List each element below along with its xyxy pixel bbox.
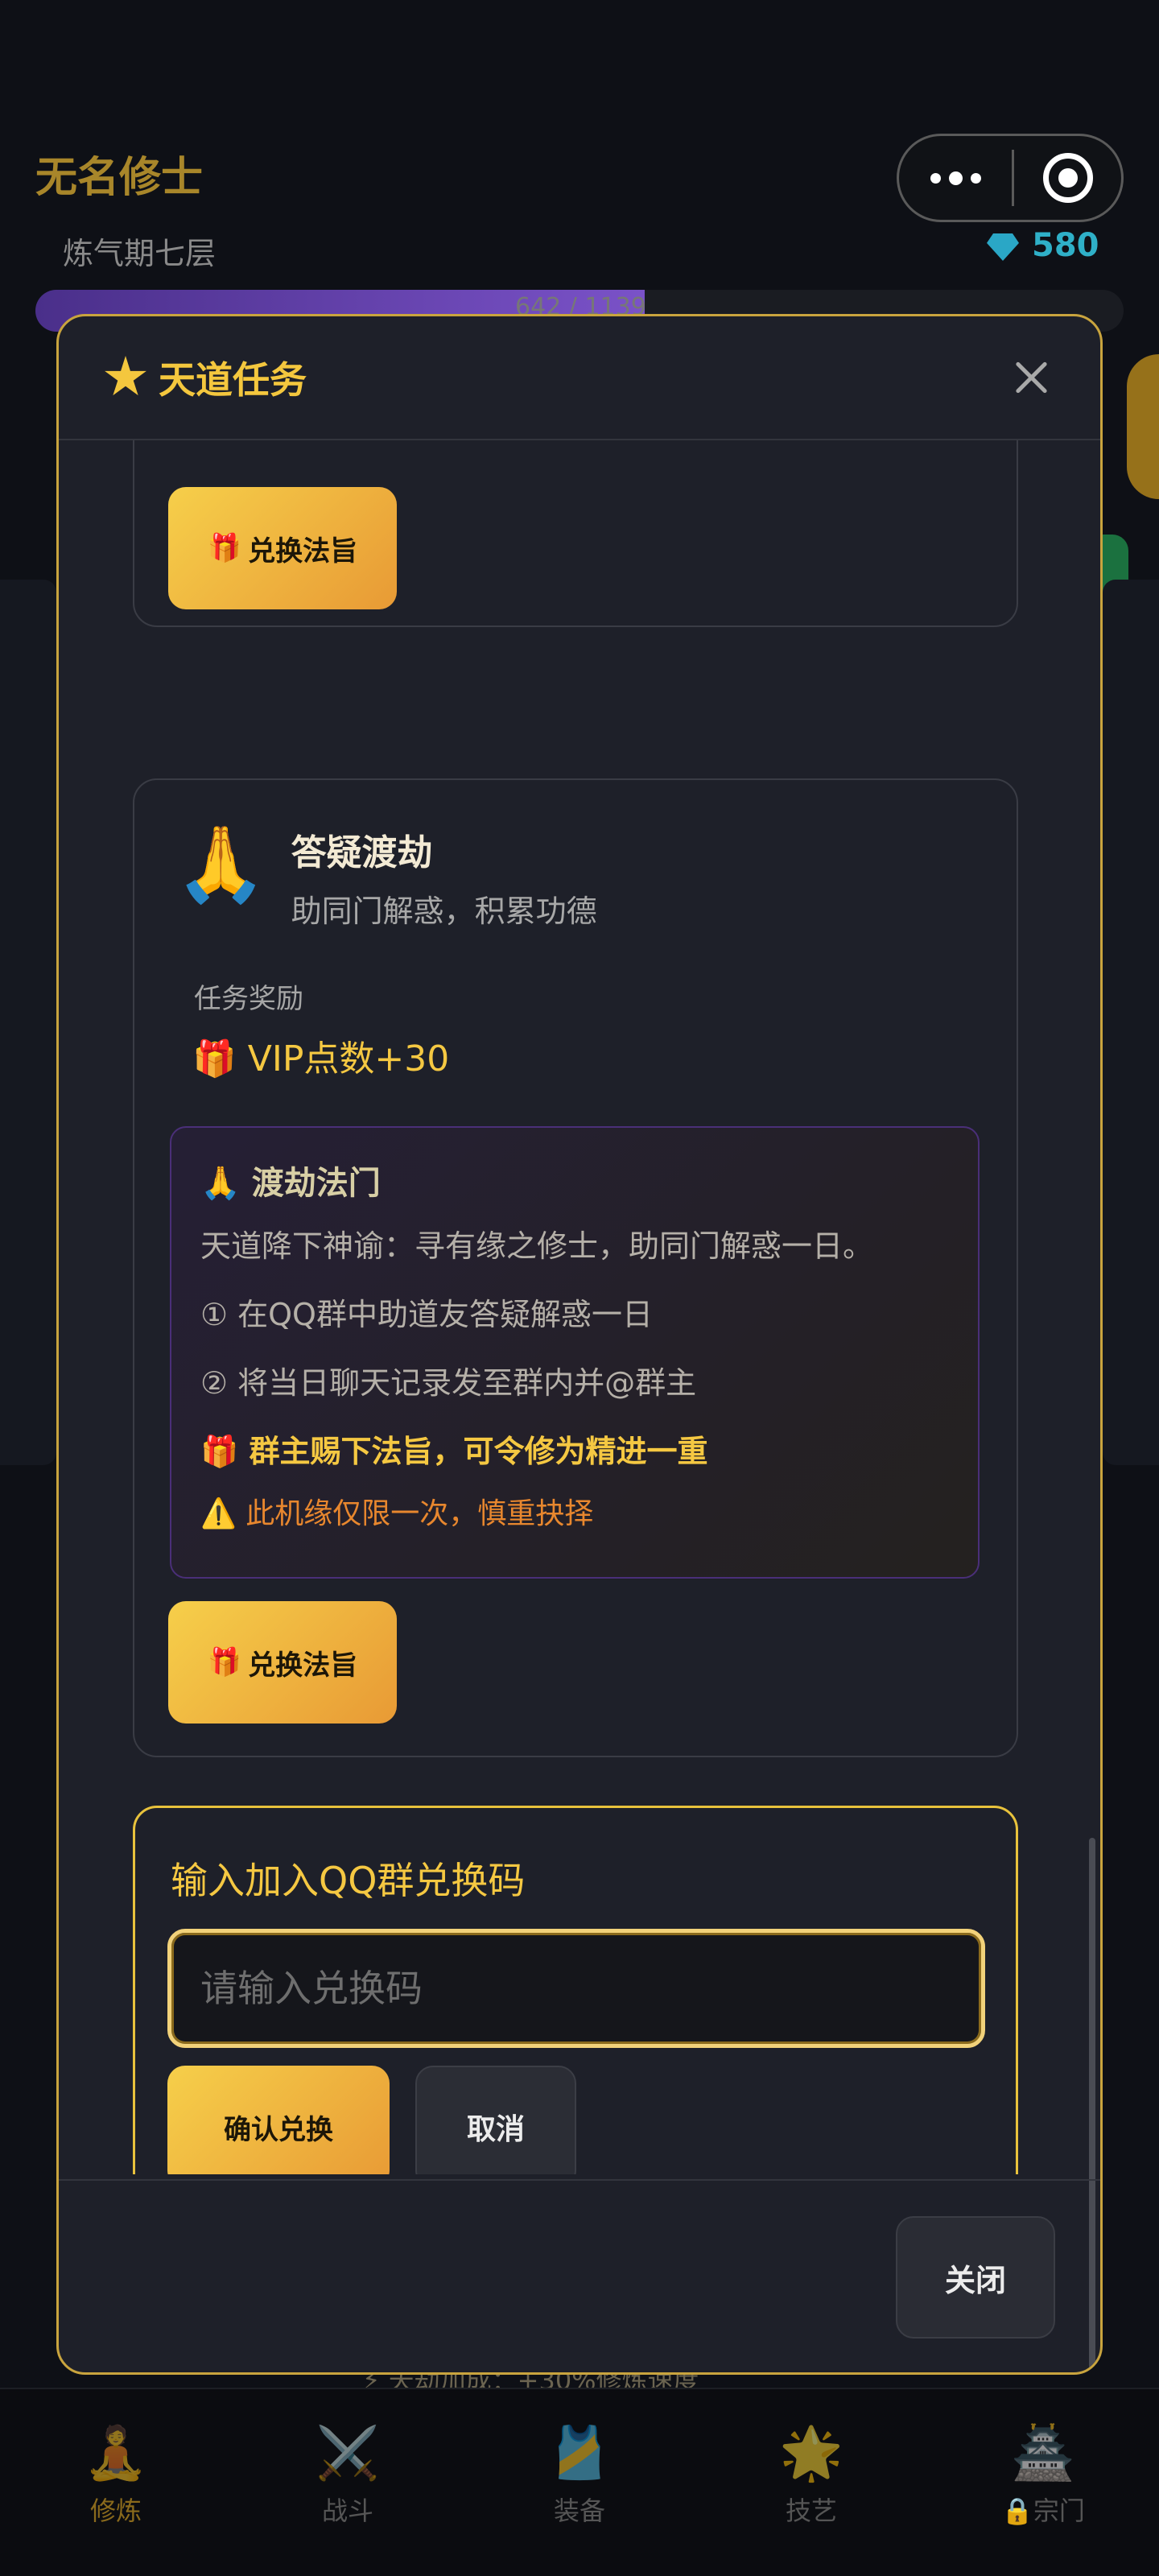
task-card: 🙏 答疑渡劫 助同门解惑，积累功德 任务奖励 🎁 VIP点数+30 🙏 渡劫法门… [133,778,1018,1757]
reward-label: 任务奖励 [194,983,303,1015]
method-warning: ⚠️ 此机缘仅限一次，慎重抉择 [200,1497,594,1530]
gem-counter: 580 [987,227,1099,264]
bg-card-left [0,580,56,1465]
method-line: 天道降下神谕：寻有缘之修士，助同门解惑一日。 [200,1228,874,1264]
close-button[interactable]: 关闭 [896,2216,1055,2339]
praying-hands-icon: 🙏 [175,821,267,907]
reward-value: 🎁 VIP点数+30 [192,1038,450,1080]
tab-label: 战斗 [321,2496,373,2526]
more-menu-button[interactable] [899,171,1012,185]
gem-count: 580 [1032,227,1099,264]
tab-label: 🔒宗门 [1001,2496,1085,2526]
tab-cultivate[interactable]: 🧘 修炼 [0,2389,232,2576]
method-box: 🙏 渡劫法门 天道降下神谕：寻有缘之修士，助同门解惑一日。 ① 在QQ群中助道友… [170,1126,980,1579]
target-icon [1042,153,1093,203]
exit-miniprogram-button[interactable] [1014,153,1121,203]
player-name: 无名修士 [35,154,204,202]
task-name: 答疑渡劫 [291,832,433,873]
task-desc: 助同门解惑，积累功德 [291,894,597,929]
gem-icon [987,233,1019,261]
star-icon: 🌟 [779,2424,843,2483]
bg-card-right [1103,580,1159,1465]
task-header: 🙏 答疑渡劫 助同门解惑，积累功德 [175,820,597,931]
tab-battle[interactable]: ⚔️ 战斗 [232,2389,464,2576]
tab-label: 修炼 [89,2496,142,2526]
method-line: ① 在QQ群中助道友答疑解惑一日 [200,1297,653,1332]
modal-header: 天道任务 [59,316,1100,440]
swords-icon: ⚔️ [316,2424,380,2483]
player-realm: 炼气期七层 [63,236,217,271]
pagoda-icon: 🏯 [1011,2424,1075,2483]
method-line: ② 将当日聊天记录发至群内并@群主 [200,1365,697,1401]
redeem-code-panel: 输入加入QQ群兑换码 确认兑换 取消 [133,1806,1018,2174]
task-card-previous: 🎁 兑换法旨 [133,440,1018,627]
tab-equipment[interactable]: 🎽 装备 [464,2389,695,2576]
tab-label: 装备 [553,2496,605,2526]
redeem-title: 输入加入QQ群兑换码 [171,1859,526,1902]
method-title: 🙏 渡劫法门 [200,1165,381,1202]
gift-icon: 🎁 [207,532,242,564]
meditation-icon: 🧘 [84,2424,148,2483]
heaven-task-modal: 天道任务 🎁 兑换法旨 🙏 答疑渡劫 助同门解惑，积累功德 任务奖励 🎁 VIP点… [56,314,1103,2375]
bottom-tab-bar: 🧘 修炼 ⚔️ 战斗 🎽 装备 🌟 技艺 🏯 🔒宗门 [0,2388,1159,2576]
modal-title-text: 天道任务 [159,358,307,402]
tab-skills[interactable]: 🌟 技艺 [695,2389,927,2576]
miniprogram-capsule [897,134,1124,222]
armor-icon: 🎽 [547,2424,612,2483]
redeem-order-button[interactable]: 🎁 兑换法旨 [168,487,397,609]
method-reward-line: 🎁 群主赐下法旨，可令修为精进一重 [200,1434,708,1469]
gift-icon: 🎁 [207,1646,242,1678]
modal-title: 天道任务 [104,351,307,404]
modal-footer: 关闭 [59,2179,1100,2372]
side-float-button [1127,354,1159,499]
tab-sect[interactable]: 🏯 🔒宗门 [927,2389,1159,2576]
confirm-redeem-button[interactable]: 确认兑换 [167,2066,390,2174]
modal-body[interactable]: 🎁 兑换法旨 🙏 答疑渡劫 助同门解惑，积累功德 任务奖励 🎁 VIP点数+30 … [59,440,1100,2174]
cancel-button[interactable]: 取消 [415,2066,576,2174]
tab-label: 技艺 [785,2496,837,2526]
redeem-order-button[interactable]: 🎁 兑换法旨 [168,1601,397,1724]
star-icon [105,356,146,396]
close-icon[interactable] [1007,353,1055,402]
redeem-code-input[interactable] [167,1929,985,2048]
